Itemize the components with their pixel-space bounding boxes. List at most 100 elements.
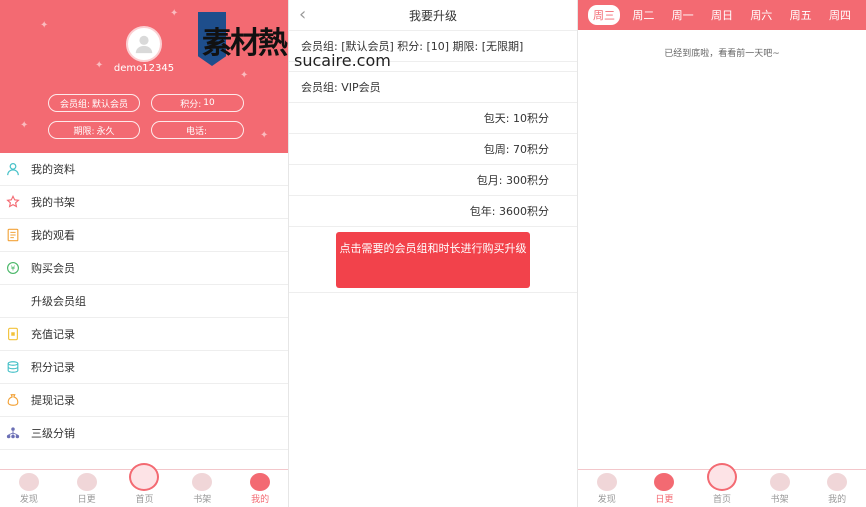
option-week[interactable]: 包周: 70积分	[289, 134, 577, 165]
tab-item[interactable]: 发现	[9, 473, 49, 505]
menu-item[interactable]: 积分记录	[0, 351, 288, 384]
points-value: 10	[203, 98, 215, 108]
watermark-logo: 素材熱	[198, 12, 288, 66]
tab-item[interactable]: 书架	[182, 473, 222, 505]
tab-icon	[250, 473, 271, 491]
tab-label: 首页	[135, 495, 154, 505]
profile-header: ✦ ✦ ✦ ✦ ✦ ✦ demo12345 会员组: 默认会员 积分: 10 期…	[0, 0, 288, 153]
weekday-tab[interactable]: 周四	[824, 5, 856, 25]
tab-item[interactable]: 日更	[67, 473, 107, 505]
points-label: 积分:	[180, 99, 202, 110]
sparkle-icon: ✦	[170, 8, 179, 19]
menu-item-label: 充值记录	[31, 328, 75, 341]
weekday-tab[interactable]: 周一	[667, 5, 699, 25]
empty-message: 已经到底啦，看看前一天吧~	[664, 49, 780, 59]
upgrade-nav-bar: ‹ 我要升级	[289, 0, 577, 31]
menu-item[interactable]: 升级会员组	[0, 285, 288, 318]
blank-icon	[6, 294, 20, 308]
option-day-label: 包天: 10积分	[483, 112, 549, 125]
vip-group-label: 会员组: VIP会员	[301, 81, 381, 94]
menu-item-label: 升级会员组	[31, 295, 86, 308]
menu-item-label: 购买会员	[31, 262, 75, 275]
option-month-label: 包月: 300积分	[476, 174, 549, 187]
menu-item-label: 三级分销	[31, 427, 75, 440]
tab-icon	[192, 473, 213, 491]
tab-icon	[654, 473, 675, 491]
daily-update-panel: 周三 周二 周一 周日 周六 周五 周四 已经到底啦，看看前一天吧~ 发现 日更 首页 书架 我的	[578, 0, 866, 507]
tab-icon	[18, 473, 39, 491]
option-week-label: 包周: 70积分	[483, 143, 549, 156]
weekday-tab[interactable]: 周二	[627, 5, 659, 25]
tab-icon	[76, 473, 97, 491]
option-year-label: 包年: 3600积分	[469, 205, 549, 218]
tab-icon	[706, 463, 737, 491]
group-label: 会员组:	[59, 99, 91, 110]
menu-item[interactable]: 提现记录	[0, 384, 288, 417]
menu-item[interactable]: 我的资料	[0, 153, 288, 186]
expire-value: 永久	[96, 126, 115, 137]
page-title: 我要升级	[408, 8, 457, 23]
wallet-icon	[6, 327, 20, 341]
menu-item[interactable]: 我的书架	[0, 186, 288, 219]
sparkle-icon: ✦	[40, 20, 49, 31]
star-icon	[6, 195, 20, 209]
weekday-tab[interactable]: 周六	[745, 5, 777, 25]
tab-label: 日更	[77, 495, 96, 505]
menu-item[interactable]: 充值记录	[0, 318, 288, 351]
menu-item[interactable]: 我的观看	[0, 219, 288, 252]
menu-item-label: 我的书架	[31, 196, 75, 209]
tab-item[interactable]: 我的	[240, 473, 280, 505]
tab-label: 书架	[193, 495, 212, 505]
vip-group-row[interactable]: 会员组: VIP会员	[289, 72, 577, 103]
buy-upgrade-button[interactable]: 点击需要的会员组和时长进行购买升级	[336, 231, 530, 288]
tab-item[interactable]: 日更	[644, 473, 684, 505]
user-avatar-icon	[135, 35, 153, 54]
tab-label: 我的	[828, 495, 847, 505]
tab-item[interactable]: 书架	[760, 473, 800, 505]
tab-label: 书架	[770, 495, 789, 505]
my-menu-list: 我的资料我的书架我的观看 ¥ 购买会员升级会员组充值记录积分记录提现记录三级分销	[0, 153, 288, 450]
option-day[interactable]: 包天: 10积分	[289, 103, 577, 134]
menu-item[interactable]: ¥ 购买会员	[0, 252, 288, 285]
tab-label: 发现	[597, 495, 616, 505]
sparkle-icon: ✦	[20, 120, 29, 131]
tab-item[interactable]: 发现	[587, 473, 627, 505]
tab-label: 发现	[19, 495, 38, 505]
svg-text:¥: ¥	[11, 265, 16, 273]
tab-item[interactable]: 首页	[124, 463, 164, 505]
tab-icon	[596, 473, 617, 491]
coin-icon: ¥	[6, 261, 20, 275]
option-month[interactable]: 包月: 300积分	[289, 165, 577, 196]
weekday-tab[interactable]: 周三	[588, 5, 620, 25]
tab-item[interactable]: 我的	[817, 473, 857, 505]
tab-label: 首页	[712, 495, 731, 505]
tab-item[interactable]: 首页	[702, 463, 742, 505]
phone-label: 电话:	[185, 126, 208, 137]
money-bag-icon	[6, 393, 20, 407]
weekday-tab[interactable]: 周日	[706, 5, 738, 25]
weekday-tabs: 周三 周二 周一 周日 周六 周五 周四	[578, 0, 866, 30]
sparkle-icon: ✦	[260, 130, 269, 141]
tab-label: 日更	[655, 495, 674, 505]
weekday-tab[interactable]: 周五	[785, 5, 817, 25]
expire-label: 期限:	[73, 126, 95, 137]
upgrade-panel: ‹ 我要升级 会员组: [默认会员] 积分: [10] 期限: [无限期] su…	[289, 0, 578, 507]
buy-button-container: 点击需要的会员组和时长进行购买升级	[289, 227, 577, 293]
document-icon	[6, 228, 20, 242]
tab-icon	[827, 473, 848, 491]
group-pill: 会员组: 默认会员	[48, 94, 140, 112]
points-pill: 积分: 10	[151, 94, 244, 112]
tab-label: 我的	[251, 495, 270, 505]
avatar[interactable]	[126, 26, 162, 62]
option-year[interactable]: 包年: 3600积分	[289, 196, 577, 227]
my-page-panel: ✦ ✦ ✦ ✦ ✦ ✦ demo12345 会员组: 默认会员 积分: 10 期…	[0, 0, 289, 507]
bottom-tabbar: 发现 日更 首页 书架 我的	[0, 463, 288, 507]
watermark-url-text: sucaire.com	[294, 51, 391, 70]
menu-item[interactable]: 三级分销	[0, 417, 288, 450]
group-value: 默认会员	[92, 99, 129, 110]
menu-item-label: 我的资料	[31, 163, 75, 176]
watermark-logo-text: 素材熱	[202, 26, 288, 61]
menu-item-label: 提现记录	[31, 394, 75, 407]
back-arrow-icon[interactable]: ‹	[299, 4, 306, 25]
tab-icon	[129, 463, 160, 491]
